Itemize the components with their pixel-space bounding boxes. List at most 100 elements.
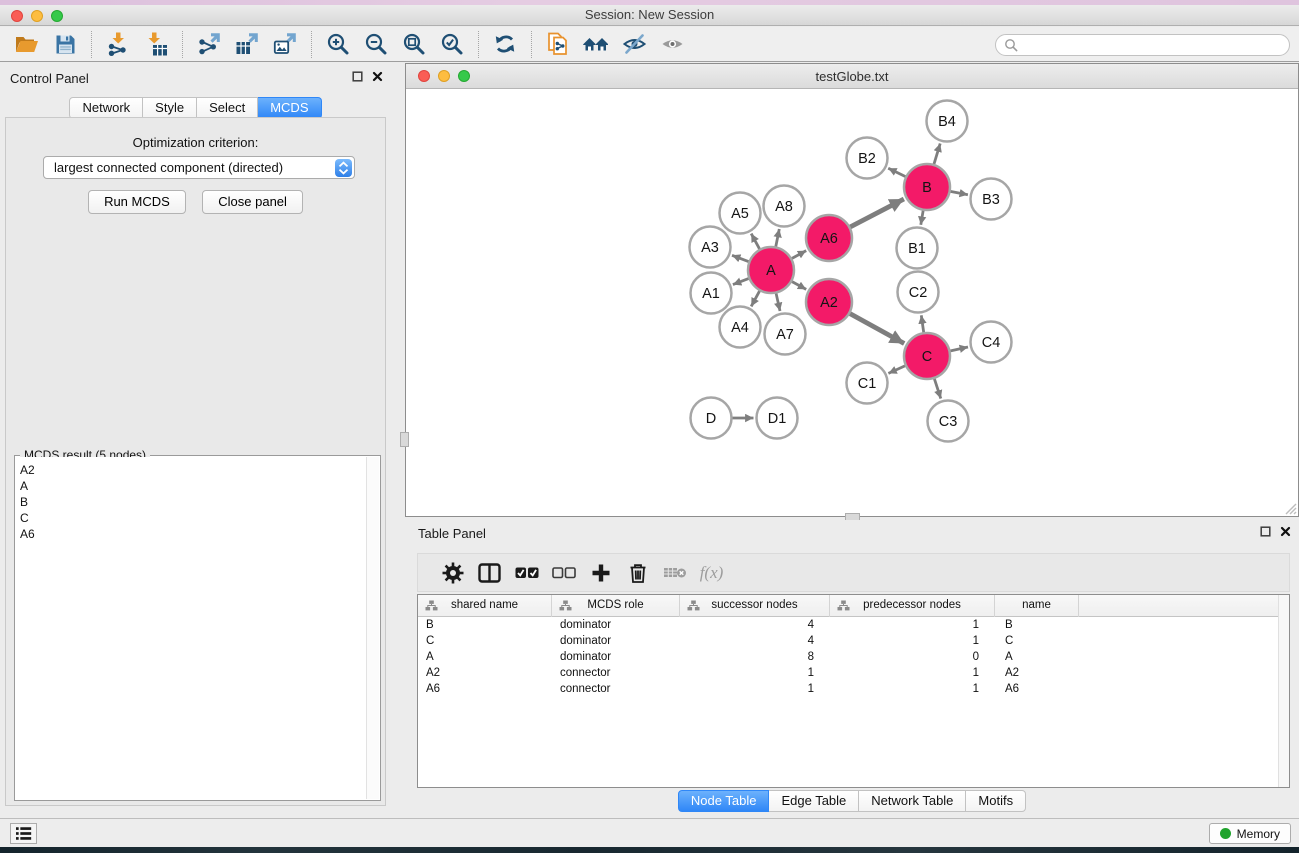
home-button[interactable] (577, 28, 615, 60)
network-canvas[interactable]: B4B2BB3B1A5A8A6A3AA1A2A4A7C2CC4C1C3DD1 (406, 89, 1298, 516)
tab-select[interactable]: Select (197, 97, 258, 119)
graph-node-A7[interactable]: A7 (765, 314, 806, 355)
tab-node-table[interactable]: Node Table (678, 790, 770, 812)
graph-node-A1[interactable]: A1 (691, 273, 732, 314)
tab-mcds[interactable]: MCDS (258, 97, 321, 119)
graph-edge-A6-B[interactable] (849, 199, 904, 227)
memory-button[interactable]: Memory (1209, 823, 1291, 844)
network-close-button[interactable] (418, 70, 430, 82)
graph-node-A8[interactable]: A8 (764, 186, 805, 227)
graph-node-B1[interactable]: B1 (897, 228, 938, 269)
search-input[interactable] (1018, 38, 1281, 52)
graph-node-C4[interactable]: C4 (971, 322, 1012, 363)
column-header-predecessor-nodes[interactable]: predecessor nodes (830, 595, 995, 617)
tab-edge-table[interactable]: Edge Table (769, 790, 859, 812)
show-panel-list-button[interactable] (10, 823, 37, 844)
graph-edge-A2-C[interactable] (849, 313, 904, 343)
table-cell[interactable]: C (995, 633, 1079, 649)
table-cell[interactable]: B (418, 617, 552, 633)
table-cell[interactable]: 8 (680, 649, 830, 665)
graph-edge-B-B2[interactable] (888, 168, 906, 177)
graph-node-A[interactable]: A (748, 247, 794, 293)
graph-node-C2[interactable]: C2 (898, 272, 939, 313)
table-cell[interactable]: dominator (552, 633, 680, 649)
table-cell[interactable]: A (418, 649, 552, 665)
export-image-button[interactable] (266, 28, 304, 60)
resize-grip-icon[interactable] (1285, 503, 1297, 515)
open-session-button[interactable] (8, 28, 46, 60)
mcds-result-item[interactable]: C (16, 510, 366, 526)
column-header-mcds-role[interactable]: MCDS role (552, 595, 680, 617)
select-all-rows-button[interactable] (508, 558, 545, 588)
mcds-result-scrollbar[interactable] (366, 457, 379, 799)
graph-edge-A-A3[interactable] (732, 255, 750, 262)
table-cell[interactable]: connector (552, 681, 680, 697)
deselect-all-rows-button[interactable] (545, 558, 582, 588)
graph-edge-A-A7[interactable] (776, 293, 780, 312)
table-scrollbar[interactable] (1278, 595, 1289, 787)
graph-edge-A-A5[interactable] (751, 234, 760, 250)
column-header-name[interactable]: name (995, 595, 1079, 617)
tab-style[interactable]: Style (143, 97, 197, 119)
graph-edge-A-A1[interactable] (733, 278, 750, 284)
table-cell[interactable]: 1 (680, 665, 830, 681)
table-cell[interactable]: A6 (995, 681, 1079, 697)
network-graph[interactable]: B4B2BB3B1A5A8A6A3AA1A2A4A7C2CC4C1C3DD1 (406, 89, 1298, 516)
table-cell[interactable]: connector (552, 665, 680, 681)
graph-node-B4[interactable]: B4 (927, 101, 968, 142)
graph-node-C[interactable]: C (904, 333, 950, 379)
zoom-in-button[interactable] (319, 28, 357, 60)
mcds-result-item[interactable]: A2 (16, 462, 366, 478)
import-table-button[interactable] (137, 28, 175, 60)
criterion-select[interactable]: largest connected component (directed) (43, 156, 355, 179)
zoom-out-button[interactable] (357, 28, 395, 60)
graph-edge-C-C3[interactable] (934, 378, 941, 399)
table-cell[interactable]: 1 (830, 633, 995, 649)
minimize-window-button[interactable] (31, 10, 43, 22)
table-cell[interactable]: 1 (680, 681, 830, 697)
hide-selected-button[interactable] (615, 28, 653, 60)
network-zoom-button[interactable] (458, 70, 470, 82)
graph-node-D1[interactable]: D1 (757, 398, 798, 439)
delete-columns-button[interactable] (619, 558, 656, 588)
table-cell[interactable]: 1 (830, 681, 995, 697)
add-column-button[interactable] (582, 558, 619, 588)
graph-node-A5[interactable]: A5 (720, 193, 761, 234)
graph-edge-C-C2[interactable] (921, 315, 924, 333)
table-cell[interactable]: A (995, 649, 1079, 665)
table-cell[interactable]: B (995, 617, 1079, 633)
zoom-window-button[interactable] (51, 10, 63, 22)
graph-node-D[interactable]: D (691, 398, 732, 439)
graph-edge-B-B1[interactable] (921, 210, 924, 225)
close-panel-button[interactable]: Close panel (202, 190, 303, 214)
graph-edge-B-B3[interactable] (950, 191, 968, 195)
table-cell[interactable]: A2 (418, 665, 552, 681)
column-header-shared-name[interactable]: shared name (418, 595, 552, 617)
mcds-result-item[interactable]: A6 (16, 526, 366, 542)
table-cell[interactable]: dominator (552, 617, 680, 633)
table-row[interactable]: Cdominator41C (418, 633, 1289, 649)
graph-node-A4[interactable]: A4 (720, 307, 761, 348)
node-table[interactable]: shared nameMCDS rolesuccessor nodesprede… (417, 594, 1290, 788)
graph-node-B2[interactable]: B2 (847, 138, 888, 179)
table-cell[interactable]: 1 (830, 665, 995, 681)
float-panel-icon[interactable] (352, 71, 363, 82)
table-cell[interactable]: 1 (830, 617, 995, 633)
graph-edge-C-C1[interactable] (888, 365, 906, 373)
column-header-successor-nodes[interactable]: successor nodes (680, 595, 830, 617)
graph-edge-A-A4[interactable] (751, 290, 760, 306)
table-cell[interactable]: 4 (680, 633, 830, 649)
delete-table-button[interactable] (656, 558, 693, 588)
network-minimize-button[interactable] (438, 70, 450, 82)
table-cell[interactable]: A2 (995, 665, 1079, 681)
tab-motifs[interactable]: Motifs (966, 790, 1026, 812)
graph-node-A3[interactable]: A3 (690, 227, 731, 268)
graph-edge-A-A8[interactable] (776, 229, 780, 248)
graph-node-B3[interactable]: B3 (971, 179, 1012, 220)
tab-network[interactable]: Network (69, 97, 143, 119)
vertical-splitter-handle[interactable] (400, 432, 409, 447)
graph-edge-A-A2[interactable] (791, 281, 806, 289)
graph-node-A2[interactable]: A2 (806, 279, 852, 325)
graph-edge-B-B4[interactable] (934, 144, 941, 166)
apply-function-button[interactable]: f(x) (693, 558, 730, 588)
